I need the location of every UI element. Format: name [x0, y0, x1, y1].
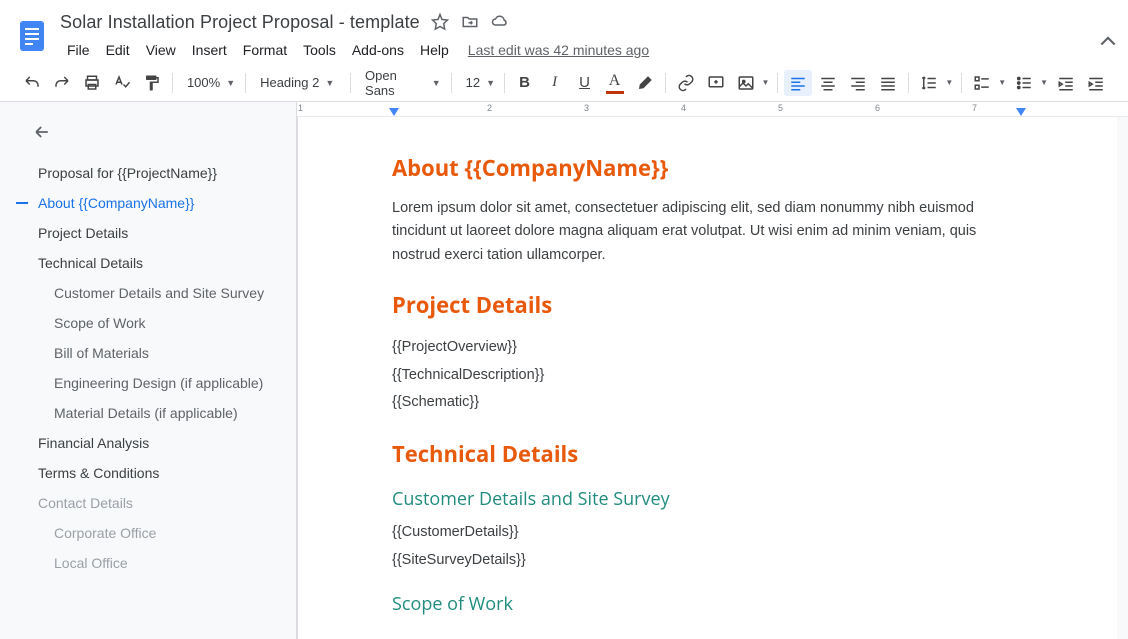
menu-insert[interactable]: Insert	[185, 38, 234, 62]
outline-item[interactable]: Proposal for {{ProjectName}}	[0, 158, 296, 188]
horizontal-ruler[interactable]: 1 2 3 4 5 6 7	[297, 102, 1128, 117]
menu-bar: File Edit View Insert Format Tools Add-o…	[60, 36, 1116, 64]
ruler-number: 6	[875, 103, 880, 113]
docs-home-icon[interactable]	[12, 8, 52, 62]
bold-button[interactable]: B	[511, 70, 539, 96]
hide-menus-icon[interactable]	[1098, 32, 1118, 52]
style-select[interactable]: Heading 2▼	[252, 70, 344, 96]
paint-format-button[interactable]	[138, 70, 166, 96]
highlight-button[interactable]	[631, 70, 659, 96]
last-edit-link[interactable]: Last edit was 42 minutes ago	[468, 42, 649, 58]
heading-technical-details[interactable]: Technical Details	[392, 439, 1023, 469]
undo-button[interactable]	[18, 70, 46, 96]
move-folder-icon[interactable]	[460, 12, 480, 32]
placeholder-text[interactable]: {{TechnicalDescription}}	[392, 362, 1023, 390]
body-area: Proposal for {{ProjectName}} About {{Com…	[0, 102, 1128, 639]
ruler-number: 2	[487, 103, 492, 113]
align-center-button[interactable]	[814, 70, 842, 96]
menu-addons[interactable]: Add-ons	[345, 38, 411, 62]
outline-item[interactable]: Financial Analysis	[0, 428, 296, 458]
outline-item[interactable]: About {{CompanyName}}	[0, 188, 296, 218]
spellcheck-button[interactable]	[108, 70, 136, 96]
outline-item[interactable]: Contact Details	[0, 488, 296, 518]
title-area: Solar Installation Project Proposal - te…	[60, 8, 1116, 64]
document-title[interactable]: Solar Installation Project Proposal - te…	[60, 12, 420, 33]
subheading-scope[interactable]: Scope of Work	[392, 592, 1023, 616]
italic-button[interactable]: I	[541, 70, 569, 96]
text-color-button[interactable]: A	[601, 70, 629, 96]
menu-tools[interactable]: Tools	[296, 38, 343, 62]
align-justify-button[interactable]	[874, 70, 902, 96]
subheading-customer-details[interactable]: Customer Details and Site Survey	[392, 487, 1023, 511]
outline-item[interactable]: Technical Details	[0, 248, 296, 278]
align-right-button[interactable]	[844, 70, 872, 96]
ruler-number: 5	[778, 103, 783, 113]
ruler-number: 4	[681, 103, 686, 113]
cloud-status-icon[interactable]	[490, 12, 510, 32]
zoom-select[interactable]: 100%▼	[179, 70, 239, 96]
align-left-button[interactable]	[784, 70, 812, 96]
ruler-number: 7	[972, 103, 977, 113]
outline-subitem[interactable]: Material Details (if applicable)	[0, 398, 296, 428]
placeholder-text[interactable]: {{SiteSurveyDetails}}	[392, 547, 1023, 575]
placeholder-text[interactable]: {{Schematic}}	[392, 389, 1023, 417]
outline-subitem[interactable]: Engineering Design (if applicable)	[0, 368, 296, 398]
underline-button[interactable]: U	[571, 70, 599, 96]
font-size-select[interactable]: 12▼	[458, 70, 498, 96]
outline-back-icon[interactable]	[0, 114, 296, 158]
outline-item[interactable]: Project Details	[0, 218, 296, 248]
bulleted-list-button[interactable]: ▼	[1010, 70, 1050, 96]
menu-format[interactable]: Format	[236, 38, 294, 62]
document-area: 1 2 3 4 5 6 7 About {{CompanyName}} Lore…	[297, 102, 1128, 639]
checklist-button[interactable]: ▼	[968, 70, 1008, 96]
outline-subitem[interactable]: Scope of Work	[0, 308, 296, 338]
paragraph[interactable]: Lorem ipsum dolor sit amet, consectetuer…	[392, 197, 1023, 269]
menu-file[interactable]: File	[60, 38, 97, 62]
outline-item[interactable]: Terms & Conditions	[0, 458, 296, 488]
document-outline: Proposal for {{ProjectName}} About {{Com…	[0, 102, 297, 639]
increase-indent-button[interactable]	[1082, 70, 1110, 96]
placeholder-text[interactable]: {{CustomerDetails}}	[392, 519, 1023, 547]
placeholder-text[interactable]: {{ProjectOverview}}	[392, 334, 1023, 362]
print-button[interactable]	[78, 70, 106, 96]
indent-marker-icon[interactable]	[389, 108, 399, 116]
menu-view[interactable]: View	[139, 38, 183, 62]
app-header: Solar Installation Project Proposal - te…	[0, 0, 1128, 64]
insert-link-button[interactable]	[672, 70, 700, 96]
outline-subitem[interactable]: Corporate Office	[0, 518, 296, 548]
document-page[interactable]: About {{CompanyName}} Lorem ipsum dolor …	[297, 117, 1117, 639]
heading-project-details[interactable]: Project Details	[392, 290, 1023, 320]
toolbar: 100%▼ Heading 2▼ Open Sans▼ 12▼ B I U A …	[0, 64, 1128, 102]
insert-image-button[interactable]: ▼	[732, 70, 772, 96]
star-icon[interactable]	[430, 12, 450, 32]
ruler-number: 1	[298, 103, 303, 113]
outline-subitem[interactable]: Local Office	[0, 548, 296, 578]
menu-edit[interactable]: Edit	[99, 38, 137, 62]
outline-subitem[interactable]: Customer Details and Site Survey	[0, 278, 296, 308]
outline-subitem[interactable]: Bill of Materials	[0, 338, 296, 368]
menu-help[interactable]: Help	[413, 38, 456, 62]
ruler-number: 3	[584, 103, 589, 113]
redo-button[interactable]	[48, 70, 76, 96]
add-comment-button[interactable]	[702, 70, 730, 96]
decrease-indent-button[interactable]	[1052, 70, 1080, 96]
font-select[interactable]: Open Sans▼	[357, 70, 445, 96]
line-spacing-button[interactable]: ▼	[915, 70, 955, 96]
heading-about[interactable]: About {{CompanyName}}	[392, 153, 1023, 183]
right-indent-marker-icon[interactable]	[1016, 108, 1026, 116]
